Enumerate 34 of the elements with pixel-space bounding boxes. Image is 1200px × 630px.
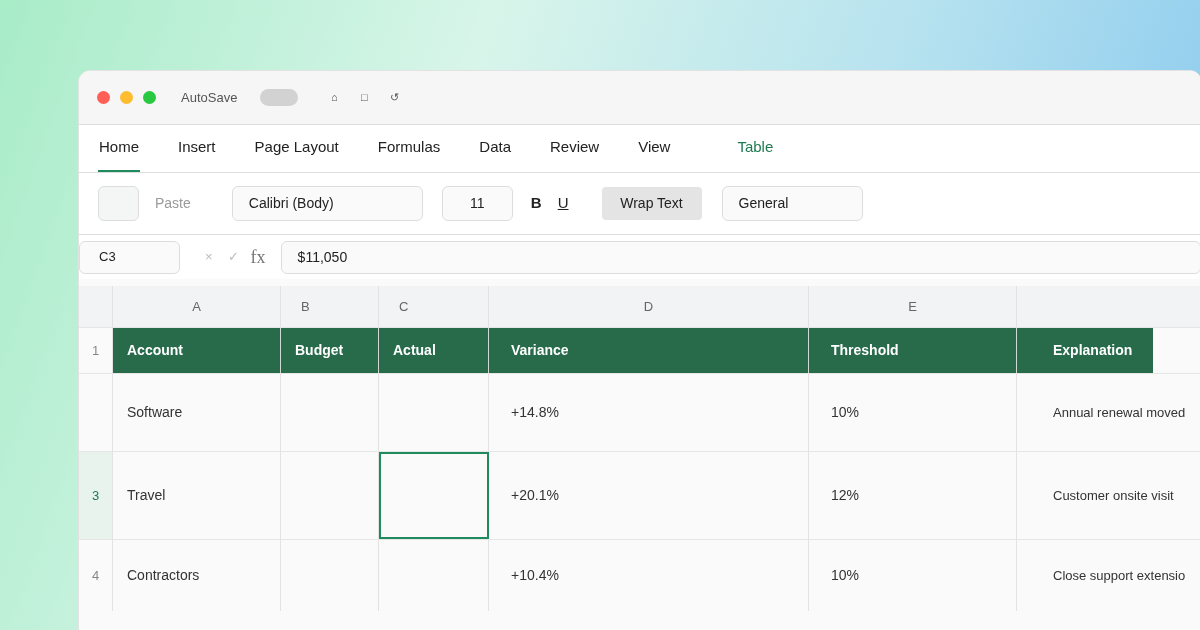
font-size-field[interactable]: 11 bbox=[441, 186, 513, 221]
quick-access-button[interactable]: ⌂ bbox=[328, 89, 341, 106]
name-box[interactable]: C3 bbox=[79, 240, 180, 274]
wrap-text-button[interactable]: Wrap Text bbox=[601, 187, 702, 220]
underline-button[interactable]: U bbox=[557, 192, 569, 215]
table-header-cell[interactable]: Threshold bbox=[809, 328, 1016, 373]
ribbon-tab[interactable]: Page Layout bbox=[253, 125, 340, 172]
font-field[interactable]: Calibri (Body) bbox=[231, 186, 423, 221]
table-header-cell[interactable]: Account bbox=[113, 328, 280, 373]
selected-cell[interactable] bbox=[379, 452, 489, 539]
row-header[interactable]: 3 bbox=[79, 452, 113, 539]
table-header-cell[interactable]: Actual bbox=[379, 328, 488, 373]
paste-label: Paste bbox=[155, 194, 191, 213]
quick-access-button[interactable]: ↺ bbox=[388, 89, 401, 106]
ribbon-tab[interactable]: View bbox=[637, 125, 672, 172]
close-button[interactable] bbox=[97, 91, 110, 104]
zoom-button[interactable] bbox=[143, 91, 156, 104]
paste-button[interactable] bbox=[98, 186, 139, 221]
table-header-cell[interactable]: Explanation bbox=[1017, 328, 1153, 373]
function-button[interactable]: fx bbox=[250, 243, 266, 271]
table-header-cell[interactable]: Budget bbox=[281, 328, 378, 373]
table-header-cell[interactable]: Variance bbox=[489, 328, 808, 373]
ribbon-tab[interactable]: Data bbox=[478, 125, 512, 172]
minimize-button[interactable] bbox=[120, 91, 133, 104]
autosave-label: AutoSave bbox=[181, 88, 238, 107]
ribbon-tab[interactable]: Insert bbox=[177, 125, 217, 172]
quick-access-button[interactable]: □ bbox=[358, 89, 371, 106]
ribbon-tab[interactable]: Table bbox=[736, 125, 775, 172]
autosave-toggle[interactable] bbox=[260, 89, 299, 106]
bold-button[interactable]: B bbox=[530, 192, 542, 215]
number-format-field[interactable]: General bbox=[721, 186, 863, 221]
ribbon-tab[interactable]: Review bbox=[549, 125, 601, 172]
formula-field[interactable]: $11,050 bbox=[280, 240, 1200, 274]
ribbon-tab[interactable]: Formulas bbox=[376, 125, 442, 172]
